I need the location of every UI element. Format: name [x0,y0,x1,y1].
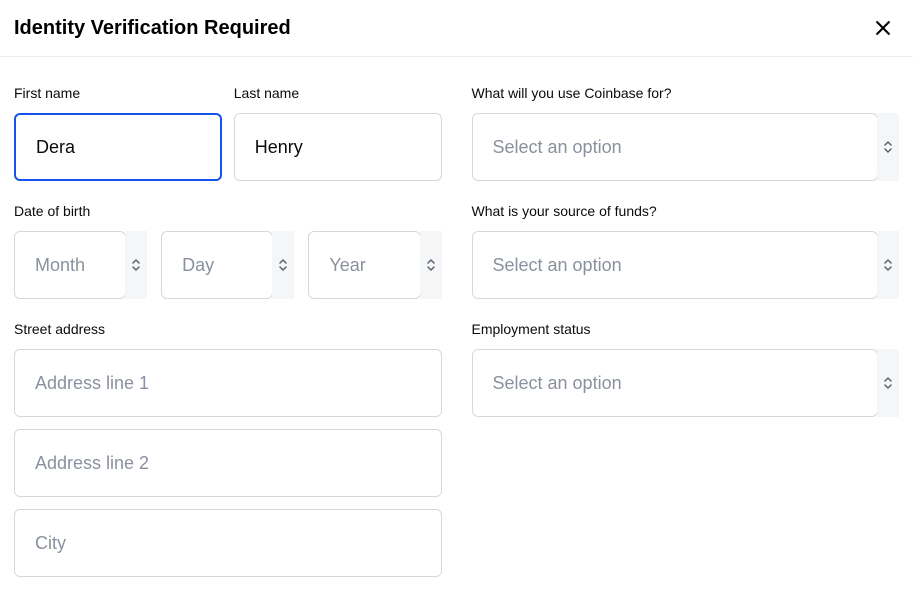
day-placeholder: Day [161,231,273,299]
year-arrow[interactable] [420,231,442,299]
employment-arrow[interactable] [877,349,899,417]
employment-placeholder: Select an option [472,349,879,417]
use-label: What will you use Coinbase for? [472,85,900,101]
page-title: Identity Verification Required [14,17,291,40]
close-icon [873,18,893,38]
city-input[interactable] [14,509,442,577]
address-group: Street address [14,321,442,577]
left-column: First name Last name Date of birth Month [14,85,442,599]
employment-select[interactable]: Select an option [472,349,900,417]
use-select[interactable]: Select an option [472,113,900,181]
funds-arrow[interactable] [877,231,899,299]
day-select[interactable]: Day [161,231,294,299]
month-select[interactable]: Month [14,231,147,299]
funds-label: What is your source of funds? [472,203,900,219]
funds-select[interactable]: Select an option [472,231,900,299]
employment-group: Employment status Select an option [472,321,900,417]
use-placeholder: Select an option [472,113,879,181]
year-placeholder: Year [308,231,420,299]
use-group: What will you use Coinbase for? Select a… [472,85,900,181]
address-line2-input[interactable] [14,429,442,497]
address-line1-input[interactable] [14,349,442,417]
updown-icon [883,258,893,272]
updown-icon [883,376,893,390]
use-arrow[interactable] [877,113,899,181]
modal-header: Identity Verification Required [0,0,913,57]
dob-label: Date of birth [14,203,442,219]
last-name-input[interactable] [234,113,442,181]
last-name-label: Last name [234,85,442,101]
month-placeholder: Month [14,231,126,299]
funds-placeholder: Select an option [472,231,879,299]
employment-label: Employment status [472,321,900,337]
close-button[interactable] [869,14,897,42]
first-name-label: First name [14,85,222,101]
right-column: What will you use Coinbase for? Select a… [472,85,900,599]
name-group: First name Last name [14,85,442,181]
day-arrow[interactable] [272,231,294,299]
updown-icon [278,258,288,272]
funds-group: What is your source of funds? Select an … [472,203,900,299]
year-select[interactable]: Year [308,231,441,299]
address-label: Street address [14,321,442,337]
updown-icon [883,140,893,154]
month-arrow[interactable] [125,231,147,299]
form-content: First name Last name Date of birth Month [0,57,913,599]
updown-icon [131,258,141,272]
updown-icon [426,258,436,272]
dob-group: Date of birth Month Day [14,203,442,299]
first-name-input[interactable] [14,113,222,181]
